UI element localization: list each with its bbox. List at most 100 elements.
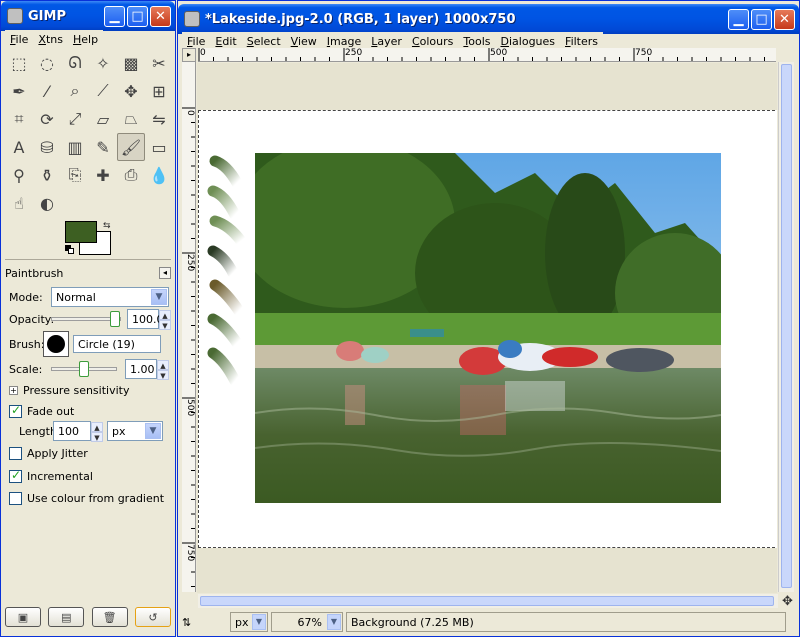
text-tool-button[interactable]: A <box>5 133 33 161</box>
toolbox-titlebar[interactable]: GIMP ▁ □ ✕ <box>1 1 175 31</box>
menu-select[interactable]: Select <box>242 35 286 48</box>
select-by-color-tool-button[interactable]: ▩ <box>117 49 145 77</box>
close-button[interactable]: ✕ <box>774 8 795 30</box>
minimize-button[interactable]: ▁ <box>104 5 125 27</box>
dodge-burn-tool-button[interactable]: ◐ <box>33 189 61 217</box>
quick-mask-corner[interactable]: ▸ <box>182 48 196 62</box>
length-unit-select[interactable]: px ▼ <box>107 421 163 441</box>
tab-menu-button[interactable]: ◂ <box>159 267 171 279</box>
menu-layer[interactable]: Layer <box>366 35 407 48</box>
length-spinbox[interactable]: 100 ▲ ▼ <box>53 421 103 442</box>
rotate-tool-button[interactable]: ⟳ <box>33 105 61 133</box>
default-colors-icon[interactable] <box>65 245 75 255</box>
vertical-ruler[interactable]: 0 250 500 750 <box>182 62 196 592</box>
unit-select[interactable]: px ▼ <box>230 612 268 632</box>
crop-tool-button[interactable]: ⌗ <box>5 105 33 133</box>
length-spin-arrows[interactable]: ▲ ▼ <box>91 422 103 442</box>
smudge-tool-button[interactable]: ☝ <box>5 189 33 217</box>
rect-select-tool-button[interactable]: ⬚ <box>5 49 33 77</box>
image-window-titlebar[interactable]: *Lakeside.jpg-2.0 (RGB, 1 layer) 1000x75… <box>178 4 799 34</box>
menu-xtns[interactable]: Xtns <box>33 33 68 46</box>
horizontal-scrollbar[interactable] <box>198 594 778 608</box>
menu-filters[interactable]: Filters <box>560 35 603 48</box>
gradient-row[interactable]: Use colour from gradient <box>9 492 164 505</box>
opacity-label: Opacity: <box>9 312 55 326</box>
zoom-to-fit-icon[interactable]: ⇅ <box>182 616 230 629</box>
scissors-tool-button[interactable]: ✂ <box>145 49 173 77</box>
airbrush-tool-button[interactable]: ⚲ <box>5 161 33 189</box>
zoom-select[interactable]: 67% ▼ <box>271 612 343 632</box>
reset-options-button[interactable]: ↺ <box>134 607 171 627</box>
blur-tool-button[interactable]: 💧 <box>145 161 173 189</box>
maximize-button[interactable]: □ <box>751 8 772 30</box>
brush-preview-button[interactable] <box>43 331 69 357</box>
jitter-row[interactable]: Apply Jitter <box>9 447 88 460</box>
menu-dialogues[interactable]: Dialogues <box>496 35 561 48</box>
menu-view[interactable]: View <box>286 35 322 48</box>
perspective-tool-button[interactable]: ⏢ <box>117 105 145 133</box>
vertical-scroll-thumb[interactable] <box>781 64 792 588</box>
measure-tool-button[interactable]: ⟋ <box>89 77 117 105</box>
scale-slider-thumb[interactable] <box>79 361 89 377</box>
dodge-burn-icon: ◐ <box>40 193 54 213</box>
restore-options-button[interactable]: ▤ <box>48 607 85 627</box>
menu-tools[interactable]: Tools <box>458 35 495 48</box>
flip-tool-button[interactable]: ⇋ <box>145 105 173 133</box>
clone-tool-button[interactable]: ⎘ <box>61 161 89 189</box>
delete-options-button[interactable]: 🗑 <box>91 607 128 627</box>
ellipse-select-tool-button[interactable]: ◌ <box>33 49 61 77</box>
paintbrush-tool-button[interactable]: 🖌 <box>117 133 145 161</box>
foreground-color-swatch[interactable] <box>65 221 97 243</box>
vertical-scrollbar[interactable] <box>778 62 794 592</box>
fuzzy-select-tool-button[interactable]: ✧ <box>89 49 117 77</box>
shear-tool-button[interactable]: ▱ <box>89 105 117 133</box>
scale-spin-arrows[interactable]: ▲ ▼ <box>157 360 169 380</box>
pencil-tool-button[interactable]: ✎ <box>89 133 117 161</box>
menu-image[interactable]: Image <box>322 35 366 48</box>
mode-select[interactable]: Normal ▼ <box>51 287 169 307</box>
swap-colors-icon[interactable]: ⇆ <box>103 221 111 231</box>
image-canvas[interactable] <box>197 63 777 593</box>
eraser-tool-button[interactable]: ▭ <box>145 133 173 161</box>
menu-help[interactable]: Help <box>68 33 103 46</box>
opacity-spinbox[interactable]: 100.0 ▲ ▼ <box>127 309 171 330</box>
navigate-icon[interactable]: ✥ <box>782 594 793 609</box>
maximize-button[interactable]: □ <box>127 5 148 27</box>
move-tool-button[interactable]: ✥ <box>117 77 145 105</box>
pressure-row[interactable]: + Pressure sensitivity <box>9 384 129 397</box>
scale-spinbox[interactable]: 1.00 ▲ ▼ <box>125 359 169 380</box>
zoom-tool-button[interactable]: ⌕ <box>61 77 89 105</box>
free-select-tool-button[interactable]: ᘏ <box>61 49 89 77</box>
incremental-row[interactable]: Incremental <box>9 468 93 483</box>
fade-row[interactable]: Fade out <box>9 403 74 418</box>
horizontal-ruler[interactable]: 0 250 500 750 <box>198 48 776 62</box>
perspective-clone-tool-button[interactable]: ⎙ <box>117 161 145 189</box>
fade-out-checkbox[interactable] <box>9 403 22 418</box>
scale-slider[interactable] <box>51 361 117 377</box>
horizontal-scroll-thumb[interactable] <box>200 596 774 606</box>
opacity-spin-arrows[interactable]: ▲ ▼ <box>159 310 171 330</box>
paths-tool-button[interactable]: ✒ <box>5 77 33 105</box>
save-options-button[interactable]: ▣ <box>5 607 41 627</box>
scale-tool-button[interactable]: ⤢ <box>61 105 89 133</box>
menu-file[interactable]: File <box>182 35 210 48</box>
apply-jitter-checkbox[interactable] <box>9 447 22 460</box>
opacity-slider[interactable] <box>51 311 121 327</box>
use-gradient-checkbox[interactable] <box>9 492 22 505</box>
minimize-button[interactable]: ▁ <box>728 8 749 30</box>
chevron-down-icon: ▼ <box>252 614 266 630</box>
align-tool-button[interactable]: ⊞ <box>145 77 173 105</box>
menu-file[interactable]: File <box>5 33 33 46</box>
blend-tool-button[interactable]: ▥ <box>61 133 89 161</box>
incremental-checkbox[interactable] <box>9 468 22 483</box>
heal-tool-button[interactable]: ✚ <box>89 161 117 189</box>
expand-icon[interactable]: + <box>9 386 18 395</box>
opacity-slider-thumb[interactable] <box>110 311 120 327</box>
menu-edit[interactable]: Edit <box>210 35 241 48</box>
ink-tool-button[interactable]: ⚱ <box>33 161 61 189</box>
close-button[interactable]: ✕ <box>150 5 171 27</box>
move-icon: ✥ <box>124 81 138 101</box>
menu-colours[interactable]: Colours <box>407 35 458 48</box>
bucket-fill-tool-button[interactable]: ⛁ <box>33 133 61 161</box>
color-picker-tool-button[interactable]: ⁄ <box>33 77 61 105</box>
